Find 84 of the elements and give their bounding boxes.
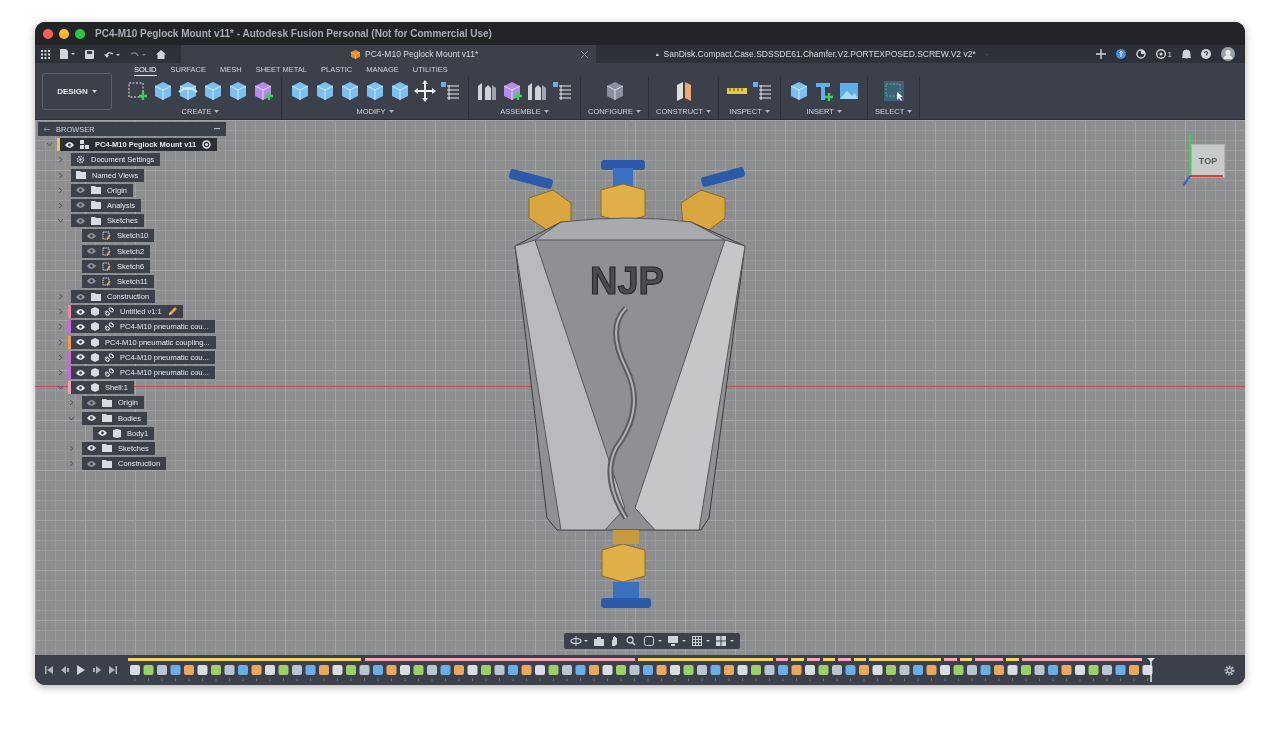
viewports-icon[interactable] bbox=[716, 636, 734, 646]
visibility-eye-icon[interactable] bbox=[76, 308, 85, 315]
save-icon[interactable] bbox=[85, 49, 94, 59]
caret-icon bbox=[91, 89, 97, 93]
zoom-icon[interactable] bbox=[626, 636, 638, 646]
text-icon[interactable] bbox=[813, 80, 836, 102]
camera-icon[interactable] bbox=[594, 636, 604, 646]
extension-icon[interactable] bbox=[1115, 49, 1126, 59]
settings-icon[interactable] bbox=[1224, 664, 1235, 676]
gear-icon bbox=[76, 155, 85, 165]
minimize-button[interactable] bbox=[59, 28, 69, 39]
link-icon bbox=[105, 368, 114, 377]
bell-icon[interactable] bbox=[1182, 49, 1191, 59]
job-status-icon[interactable] bbox=[1155, 49, 1166, 59]
table-icon[interactable] bbox=[551, 80, 573, 102]
pencil-icon bbox=[167, 307, 177, 317]
visibility-eye-icon[interactable] bbox=[76, 354, 85, 361]
home-icon[interactable] bbox=[156, 49, 166, 59]
caret-icon bbox=[907, 110, 913, 113]
fit-icon[interactable] bbox=[644, 636, 662, 646]
window-title: PC4-M10 Peglock Mount v11* - Autodesk Fusion Personal (Not for Commercial Use) bbox=[95, 28, 492, 39]
orbit-icon[interactable] bbox=[570, 636, 588, 646]
table-icon[interactable] bbox=[439, 80, 461, 102]
caret-icon bbox=[388, 110, 394, 113]
grid-icon[interactable] bbox=[692, 636, 710, 646]
visibility-eye-icon[interactable] bbox=[76, 323, 85, 330]
caret-icon bbox=[706, 110, 712, 113]
caret-icon bbox=[214, 110, 220, 113]
canvas-grid[interactable] bbox=[35, 120, 1245, 655]
visibility-eye-icon[interactable] bbox=[76, 384, 85, 391]
body-icon bbox=[113, 428, 121, 438]
visibility-eye-icon[interactable] bbox=[76, 339, 85, 346]
caret-icon bbox=[636, 110, 641, 113]
sketch-icon[interactable] bbox=[127, 80, 149, 102]
sketch-icon bbox=[102, 246, 111, 256]
model-label: NJP bbox=[590, 260, 664, 302]
timeline-features-drawing[interactable] bbox=[128, 658, 1158, 682]
link-icon bbox=[105, 352, 114, 362]
plus-icon[interactable] bbox=[1095, 49, 1106, 59]
caret-icon bbox=[764, 110, 770, 113]
app-grid-icon[interactable] bbox=[41, 49, 50, 59]
skip-start-icon[interactable] bbox=[45, 666, 53, 674]
step-back-icon[interactable] bbox=[61, 666, 69, 674]
sync-icon[interactable] bbox=[1135, 49, 1146, 59]
sketch-icon bbox=[102, 276, 111, 286]
image-icon[interactable] bbox=[838, 80, 861, 102]
hand-icon[interactable] bbox=[610, 636, 620, 646]
sketch-icon bbox=[102, 231, 111, 241]
move-icon[interactable] bbox=[414, 80, 436, 102]
link-icon bbox=[105, 307, 114, 317]
display-icon[interactable] bbox=[668, 636, 686, 646]
collapse-icon[interactable] bbox=[44, 126, 50, 132]
avatar-icon[interactable] bbox=[1221, 47, 1235, 61]
visibility-eye-icon[interactable] bbox=[87, 445, 96, 452]
link-icon bbox=[105, 322, 114, 332]
workspace-dropdown[interactable]: DESIGN bbox=[42, 72, 112, 110]
caret-icon bbox=[836, 110, 842, 113]
close-icon[interactable] bbox=[581, 50, 588, 58]
caret-icon bbox=[543, 110, 549, 113]
skip-end-icon[interactable] bbox=[109, 666, 117, 674]
folder-icon bbox=[91, 292, 101, 301]
view-cube[interactable]: TOP bbox=[1191, 144, 1225, 178]
minimize-icon[interactable] bbox=[214, 128, 220, 130]
activate-radio-icon[interactable] bbox=[202, 140, 212, 150]
undo-icon[interactable] bbox=[104, 49, 120, 59]
job-count: 1 bbox=[1167, 49, 1172, 59]
play-icon[interactable] bbox=[77, 665, 85, 675]
visibility-eye-icon[interactable] bbox=[87, 415, 96, 422]
select-icon[interactable] bbox=[882, 80, 905, 102]
visibility-eye-icon[interactable] bbox=[76, 369, 85, 376]
zoom-button[interactable] bbox=[75, 28, 85, 39]
axis-triad-icon bbox=[1183, 134, 1223, 186]
document-tab[interactable]: PC4-M10 Peglock Mount v11* bbox=[181, 45, 596, 63]
redo-icon[interactable] bbox=[130, 49, 146, 59]
table-icon[interactable] bbox=[751, 80, 774, 102]
file-icon[interactable] bbox=[60, 49, 75, 59]
box-icon bbox=[351, 49, 360, 59]
step-forward-icon[interactable] bbox=[93, 666, 101, 674]
sketch-icon bbox=[102, 261, 111, 271]
visibility-eye-icon[interactable] bbox=[98, 430, 107, 437]
assembly-icon bbox=[80, 140, 89, 150]
visibility-eye-icon[interactable] bbox=[65, 141, 74, 148]
close-button[interactable] bbox=[43, 28, 53, 39]
help-icon[interactable] bbox=[1201, 49, 1211, 59]
